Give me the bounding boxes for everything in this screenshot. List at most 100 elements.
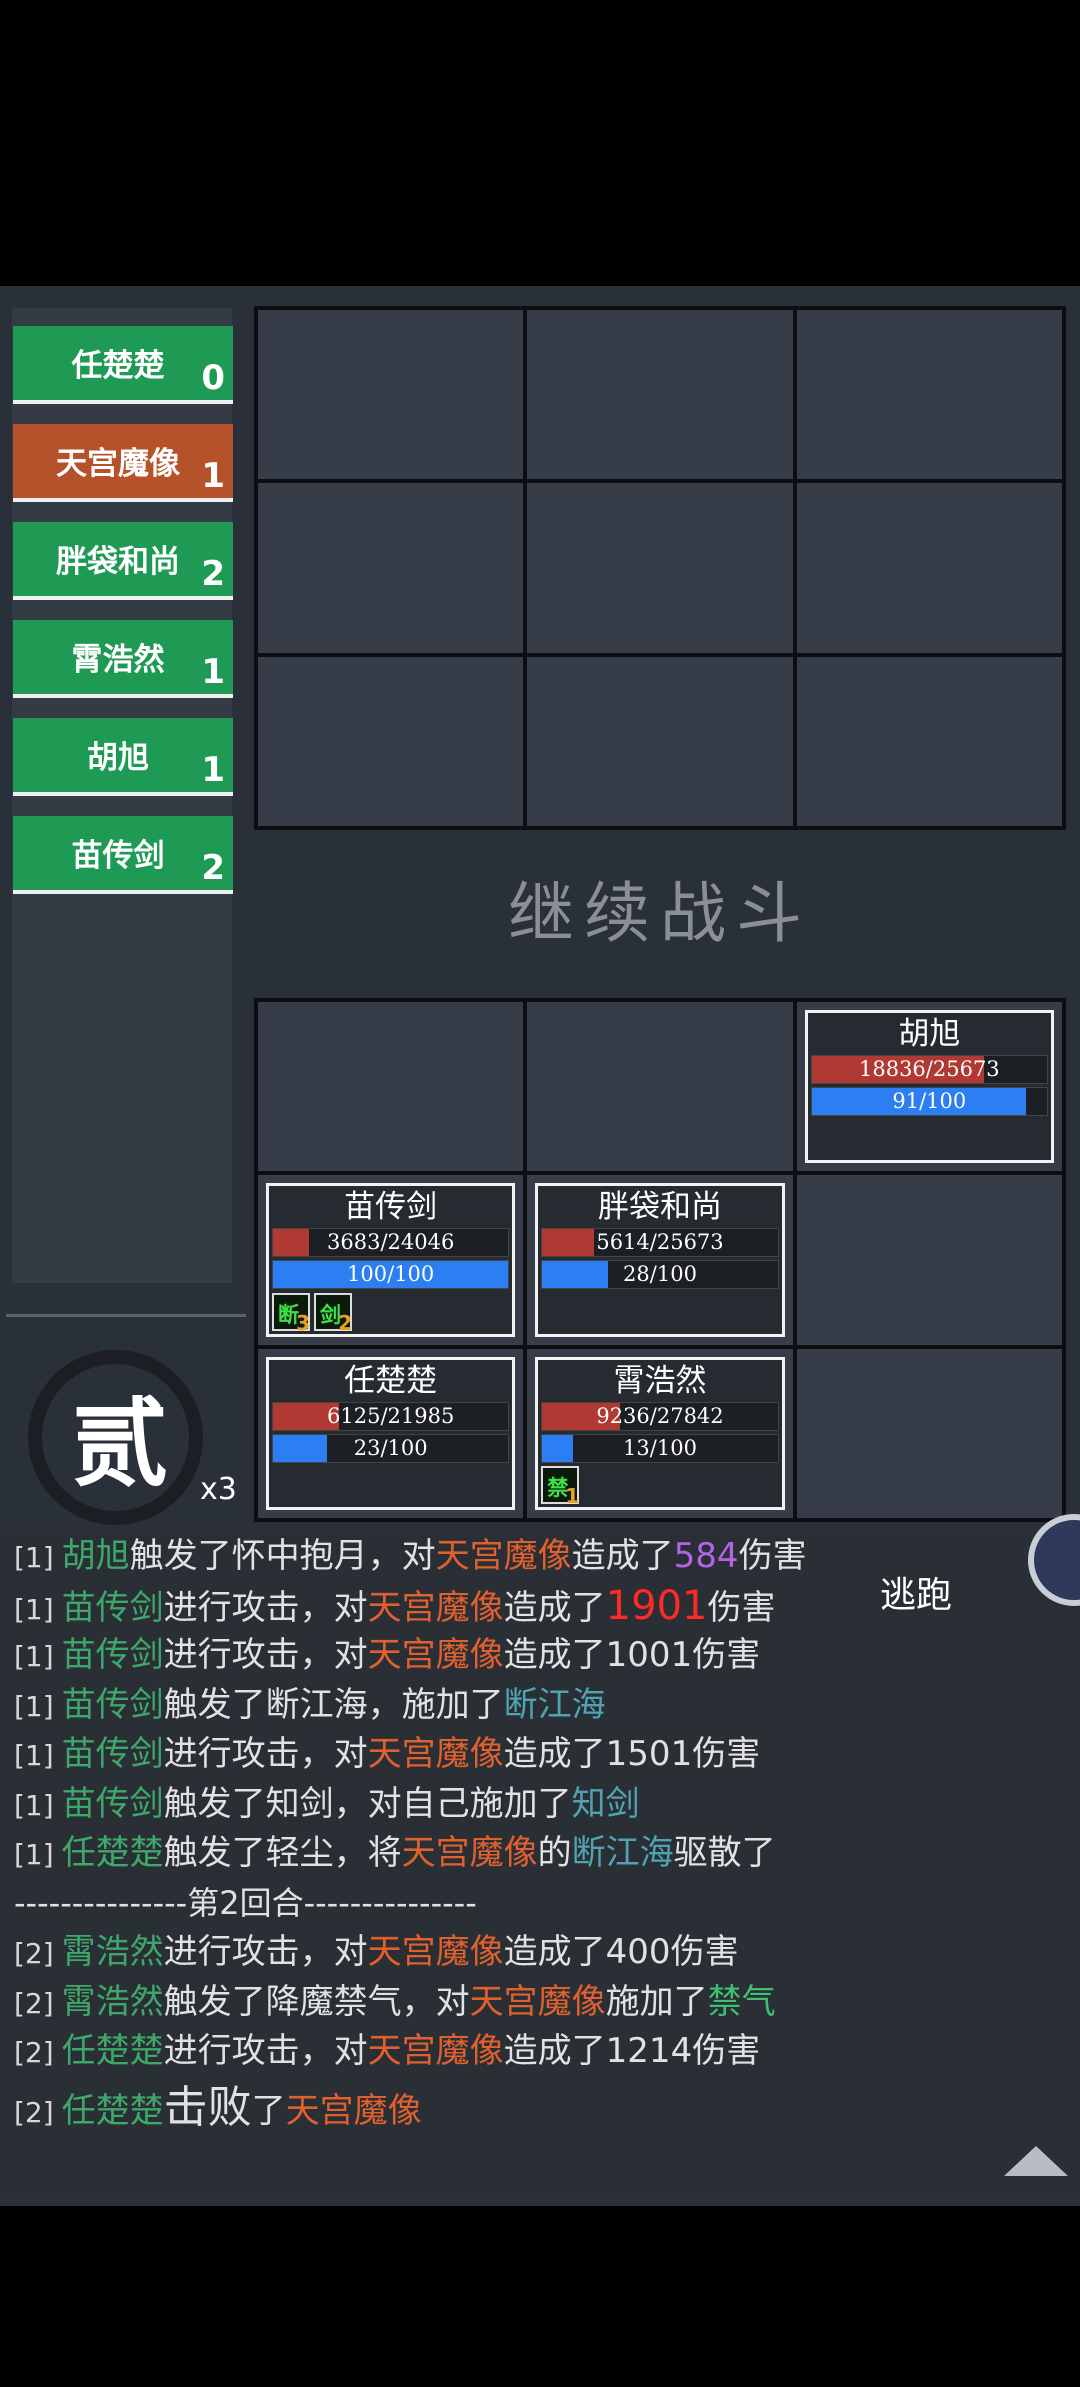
log-segment: 任楚楚 xyxy=(61,2090,164,2131)
buff-icon[interactable]: 剑2 xyxy=(314,1292,352,1335)
ally-slot[interactable]: 胡旭 18836/25673 91/100 xyxy=(796,1002,1062,1172)
buff-icon[interactable]: 断3 xyxy=(272,1292,310,1335)
turn-item-ren[interactable]: 任楚楚 0 xyxy=(13,326,233,404)
buff-list: 断3 剑2 xyxy=(272,1292,352,1335)
buff-stack: 3 xyxy=(296,1310,310,1335)
unit-card-xiao[interactable]: 霄浩然 9236/27842 13/100 禁1 xyxy=(535,1356,785,1510)
log-segment: 造成了 xyxy=(571,1536,674,1576)
log-segment: 触发了断江海，施加了 xyxy=(163,1684,504,1725)
ally-slot[interactable]: 苗传剑 3683/24046 100/100 断3 剑2 xyxy=(258,1175,524,1345)
enemy-slot[interactable] xyxy=(527,483,793,653)
log-line: [1] 苗传剑触发了知剑，对自己施加了知剑 xyxy=(14,1780,1064,1830)
log-segment: 的 xyxy=(537,1833,572,1873)
unit-card-miao[interactable]: 苗传剑 3683/24046 100/100 断3 剑2 xyxy=(266,1183,516,1337)
ally-slot[interactable] xyxy=(796,1348,1062,1518)
mp-bar: 100/100 xyxy=(272,1260,510,1290)
speed-toggle[interactable]: x3 xyxy=(200,1472,237,1507)
log-segment: 触发了轻尘，将 xyxy=(163,1833,402,1873)
turn-item-name: 胡旭 xyxy=(87,740,149,776)
log-round-tag: [1] xyxy=(14,1689,54,1723)
log-round-tag: [1] xyxy=(14,1788,54,1822)
buff-icon[interactable]: 禁1 xyxy=(541,1465,580,1508)
battle-log[interactable]: [1] 胡旭触发了怀中抱月，对天宫魔像造成了584伤害 [1] 苗传剑进行攻击，对天宫… xyxy=(0,1530,1080,2196)
log-segment: 进行攻击，对 xyxy=(163,1932,368,1972)
turn-item-name: 霄浩然 xyxy=(71,642,165,678)
log-round-tag: [1] xyxy=(14,1640,54,1673)
log-segment: 霄浩然 xyxy=(61,1932,164,1972)
hp-bar: 3683/24046 xyxy=(272,1228,510,1258)
log-round-tag: [1] xyxy=(14,1592,54,1626)
turn-item-count: 2 xyxy=(201,554,225,594)
turn-item-count: 1 xyxy=(201,652,225,692)
unit-name: 霄浩然 xyxy=(613,1362,707,1399)
log-lines: [1] 胡旭触发了怀中抱月，对天宫魔像造成了584伤害 [1] 苗传剑进行攻击，对天宫… xyxy=(14,1532,1064,2132)
log-segment: 天宫魔像 xyxy=(367,1932,504,1972)
buff-stack: 2 xyxy=(338,1310,352,1335)
log-segment: 断江海 xyxy=(571,1833,674,1873)
log-segment: 任楚楚 xyxy=(61,2031,164,2071)
log-segment: 进行攻击，对 xyxy=(163,1587,368,1628)
unit-card-huxu[interactable]: 胡旭 18836/25673 91/100 xyxy=(804,1010,1054,1164)
log-segment: 苗传剑 xyxy=(61,1684,164,1725)
enemy-slot[interactable] xyxy=(796,310,1062,480)
scroll-up-arrow-icon[interactable] xyxy=(1004,2146,1068,2176)
unit-card-pang[interactable]: 胖袋和尚 5614/25673 28/100 xyxy=(535,1183,785,1337)
continue-battle-button[interactable]: 继续战斗 xyxy=(254,834,1066,994)
log-line: [2] 霄浩然触发了降魔禁气，对天宫魔像施加了禁气 xyxy=(14,1978,1064,2028)
ally-slot[interactable] xyxy=(796,1175,1062,1345)
log-segment: 进行攻击，对 xyxy=(163,1635,368,1675)
turn-item-xiao[interactable]: 霄浩然 1 xyxy=(13,620,233,698)
hp-bar: 5614/25673 xyxy=(541,1228,779,1258)
log-segment: 胡旭 xyxy=(61,1536,130,1576)
mp-text: 23/100 xyxy=(353,1435,428,1460)
turn-item-huxu[interactable]: 胡旭 1 xyxy=(13,718,233,796)
turn-item-count: 1 xyxy=(201,750,225,790)
ally-slot[interactable]: 任楚楚 6125/21985 23/100 xyxy=(258,1348,524,1518)
enemy-slot[interactable] xyxy=(796,656,1062,826)
log-segment: 禁气 xyxy=(707,1981,776,2022)
enemy-slot[interactable] xyxy=(258,656,524,826)
enemy-slot[interactable] xyxy=(796,483,1062,653)
ally-slot[interactable] xyxy=(527,1002,793,1172)
turn-item-pang[interactable]: 胖袋和尚 2 xyxy=(13,522,233,600)
mp-bar: 13/100 xyxy=(541,1433,779,1463)
turn-item-count: 0 xyxy=(201,358,225,398)
log-line: ---------------第2回合--------------- xyxy=(14,1879,1064,1929)
flee-button[interactable]: 逃跑 xyxy=(880,1566,952,1618)
ally-slot[interactable]: 胖袋和尚 5614/25673 28/100 xyxy=(527,1175,793,1345)
mp-text: 13/100 xyxy=(623,1435,697,1460)
log-segment: 断江海 xyxy=(503,1684,606,1725)
log-segment: 触发了怀中抱月，对 xyxy=(129,1536,436,1576)
enemy-slot[interactable] xyxy=(527,656,793,826)
hp-bar: 18836/25673 xyxy=(810,1055,1048,1084)
log-segment: 造成了1214伤害 xyxy=(503,2031,761,2071)
log-segment: 进行攻击，对 xyxy=(163,1734,368,1774)
turn-item-tiangong[interactable]: 天宫魔像 1 xyxy=(13,424,233,502)
log-segment: 触发了降魔禁气，对 xyxy=(163,1981,470,2022)
mp-text: 100/100 xyxy=(347,1262,435,1287)
enemy-slot[interactable] xyxy=(258,483,524,653)
log-segment: 驱散了 xyxy=(673,1833,776,1873)
log-segment: 击败 xyxy=(163,2081,252,2133)
hp-bar: 6125/21985 xyxy=(272,1401,510,1431)
log-segment: 天宫魔像 xyxy=(367,2031,504,2071)
log-segment: 天宫魔像 xyxy=(401,1833,538,1873)
enemy-grid xyxy=(254,306,1066,830)
hp-text: 18836/25673 xyxy=(858,1057,1000,1081)
hp-text: 5614/25673 xyxy=(596,1230,724,1255)
buff-list: 禁1 xyxy=(541,1465,580,1508)
log-segment: 苗传剑 xyxy=(61,1635,164,1675)
enemy-slot[interactable] xyxy=(527,310,793,480)
hp-text: 6125/21985 xyxy=(327,1403,455,1428)
mp-text: 91/100 xyxy=(892,1089,967,1113)
turn-item-miao[interactable]: 苗传剑 2 xyxy=(13,816,233,894)
log-segment: 触发了知剑，对自己施加了 xyxy=(163,1783,572,1824)
turn-item-name: 任楚楚 xyxy=(71,348,165,384)
ally-slot[interactable] xyxy=(258,1002,524,1172)
log-segment: 了 xyxy=(251,2090,286,2131)
log-round-tag: [2] xyxy=(14,1986,54,2020)
turn-item-count: 1 xyxy=(201,456,225,496)
enemy-slot[interactable] xyxy=(258,310,524,480)
unit-card-ren[interactable]: 任楚楚 6125/21985 23/100 xyxy=(266,1356,516,1510)
ally-slot[interactable]: 霄浩然 9236/27842 13/100 禁1 xyxy=(527,1348,793,1518)
